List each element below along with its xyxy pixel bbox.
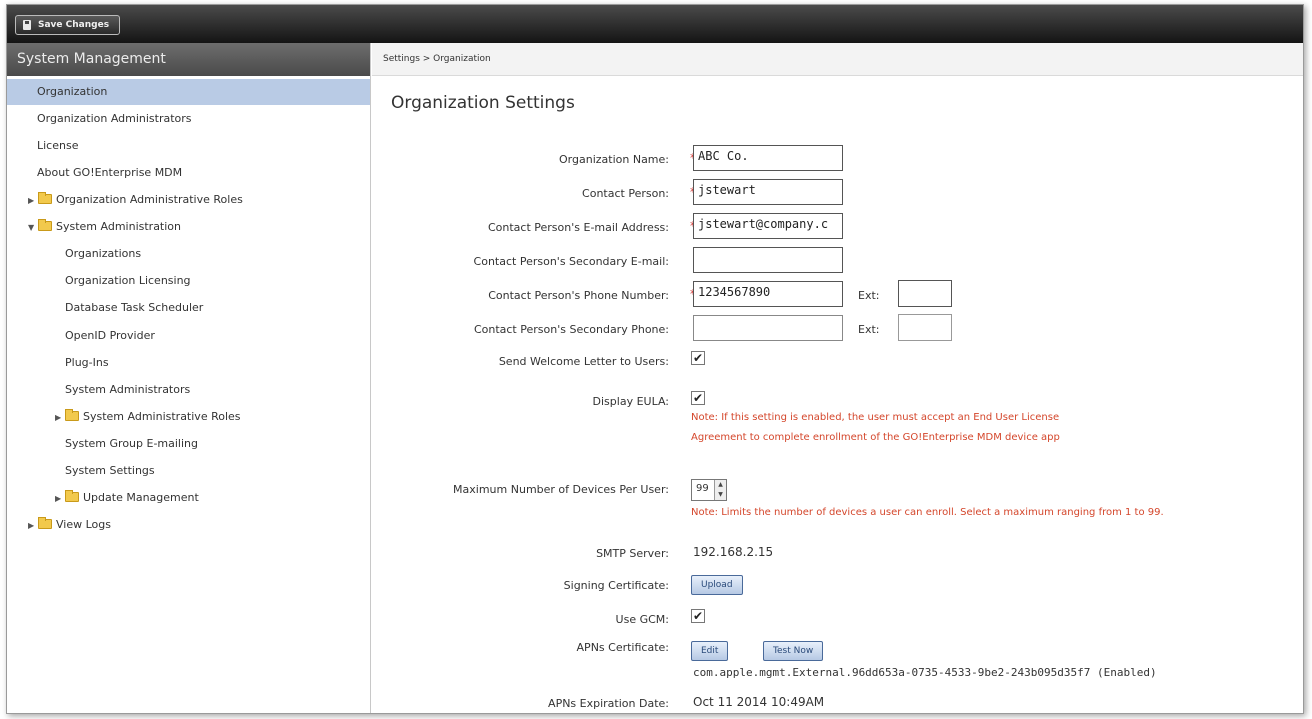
sidebar-item-label: Database Task Scheduler: [65, 301, 204, 314]
contact-person-input[interactable]: jstewart: [693, 179, 843, 205]
eula-label: Display EULA:: [592, 395, 669, 408]
apns-cert-value: com.apple.mgmt.External.96dd653a-0735-45…: [693, 666, 1157, 679]
signing-cert-label: Signing Certificate:: [563, 579, 669, 592]
sidebar-item-view-logs[interactable]: ▶ View Logs: [28, 512, 111, 538]
sidebar-item-system-administration[interactable]: ▼ System Administration: [28, 214, 181, 240]
apns-cert-label: APNs Certificate:: [576, 641, 669, 654]
save-changes-label: Save Changes: [38, 20, 110, 30]
sidebar-item-label: System Administrative Roles: [83, 410, 241, 423]
email-input[interactable]: jstewart@company.c: [693, 213, 843, 239]
sidebar-item-database-task-scheduler[interactable]: Database Task Scheduler: [65, 295, 203, 321]
contact-person-label: Contact Person:: [582, 187, 669, 200]
folder-open-icon: [38, 219, 52, 231]
sidebar-item-system-administrative-roles[interactable]: ▶ System Administrative Roles: [55, 404, 241, 430]
upload-button[interactable]: Upload: [691, 575, 743, 595]
page-title: Organization Settings: [391, 93, 575, 113]
secondary-phone-input[interactable]: [693, 315, 843, 341]
sidebar-item-label: View Logs: [56, 518, 111, 531]
phone-ext-input[interactable]: [898, 280, 952, 307]
welcome-letter-label: Send Welcome Letter to Users:: [498, 355, 669, 368]
breadcrumb: Settings > Organization: [372, 43, 1303, 76]
sidebar-item-system-administrators[interactable]: System Administrators: [65, 377, 190, 403]
secondary-phone-ext-input[interactable]: [898, 314, 952, 341]
secondary-phone-label: Contact Person's Secondary Phone:: [473, 323, 669, 336]
sidebar-item-organization-administrators[interactable]: Organization Administrators: [37, 106, 192, 132]
test-now-button[interactable]: Test Now: [763, 641, 824, 661]
expand-arrow-icon[interactable]: ▶: [28, 188, 38, 214]
phone-ext-label: Ext:: [858, 289, 880, 302]
sidebar-item-label: System Administrators: [65, 383, 191, 396]
secondary-email-label: Contact Person's Secondary E-mail:: [473, 255, 669, 268]
gcm-checkbox[interactable]: ✔: [691, 609, 705, 623]
app-window: Save Changes System Management Organizat…: [6, 4, 1304, 714]
folder-icon: [65, 409, 79, 421]
sidebar-item-label: License: [37, 139, 79, 152]
sidebar-item-label: Organization Administrators: [37, 112, 192, 125]
sidebar-item-about[interactable]: About GO!Enterprise MDM: [37, 160, 182, 186]
sidebar-item-organizations[interactable]: Organizations: [65, 241, 141, 267]
org-name-label: Organization Name:: [559, 153, 669, 166]
sidebar-item-label: Organizations: [65, 247, 142, 260]
eula-note-line1: Note: If this setting is enabled, the us…: [691, 412, 1060, 423]
sidebar-item-label: System Settings: [65, 464, 155, 477]
phone-input[interactable]: 1234567890: [693, 281, 843, 307]
secondary-email-input[interactable]: [693, 247, 843, 273]
org-name-input[interactable]: ABC Co.: [693, 145, 843, 171]
sidebar-item-label: Organization: [37, 85, 108, 98]
expand-arrow-icon[interactable]: ▶: [28, 513, 38, 539]
folder-icon: [65, 490, 79, 502]
checkmark-icon: ✔: [692, 609, 704, 623]
secondary-phone-ext-label: Ext:: [858, 323, 880, 336]
sidebar-item-organization-licensing[interactable]: Organization Licensing: [65, 268, 191, 294]
sidebar-title: System Management: [7, 43, 370, 76]
sidebar-item-organization[interactable]: Organization: [7, 79, 370, 105]
edit-button[interactable]: Edit: [691, 641, 729, 661]
max-devices-value: 99: [696, 483, 709, 494]
sidebar-item-plug-ins[interactable]: Plug-Ins: [65, 350, 109, 376]
save-icon: [23, 20, 31, 30]
collapse-arrow-icon[interactable]: ▼: [28, 215, 38, 241]
sidebar-item-license[interactable]: License: [37, 133, 78, 159]
sidebar-item-label: Plug-Ins: [65, 356, 109, 369]
sidebar-item-openid-provider[interactable]: OpenID Provider: [65, 323, 155, 349]
smtp-value: 192.168.2.15: [693, 545, 774, 559]
sidebar-item-label: System Group E-mailing: [65, 437, 198, 450]
smtp-label: SMTP Server:: [596, 547, 669, 560]
eula-note-line2: Agreement to complete enrollment of the …: [691, 432, 1060, 443]
sidebar-item-label: About GO!Enterprise MDM: [37, 166, 183, 179]
save-changes-button[interactable]: Save Changes: [15, 15, 121, 35]
folder-icon: [38, 192, 52, 204]
apns-expiration-label: APNs Expiration Date:: [548, 697, 669, 710]
sidebar-item-label: OpenID Provider: [65, 329, 155, 342]
sidebar-item-organization-administrative-roles[interactable]: ▶ Organization Administrative Roles: [28, 187, 243, 213]
apns-expiration-value: Oct 11 2014 10:49AM: [693, 695, 825, 709]
max-devices-spinner[interactable]: 99 ▲ ▼: [691, 479, 727, 501]
sidebar-item-label: Organization Licensing: [65, 274, 191, 287]
email-label: Contact Person's E-mail Address:: [487, 221, 669, 234]
checkmark-icon: ✔: [692, 391, 704, 405]
sidebar: System Management Organization Organizat…: [7, 43, 371, 713]
eula-checkbox[interactable]: ✔: [691, 391, 705, 405]
welcome-letter-checkbox[interactable]: ✔: [691, 351, 705, 365]
max-devices-label: Maximum Number of Devices Per User:: [453, 483, 669, 496]
sidebar-item-system-settings[interactable]: System Settings: [65, 458, 155, 484]
sidebar-item-label: Update Management: [83, 491, 199, 504]
sidebar-item-label: Organization Administrative Roles: [56, 193, 243, 206]
sidebar-item-label: System Administration: [56, 220, 182, 233]
folder-icon: [38, 517, 52, 529]
sidebar-item-update-management[interactable]: ▶ Update Management: [55, 485, 199, 511]
expand-arrow-icon[interactable]: ▶: [55, 486, 65, 512]
max-devices-note: Note: Limits the number of devices a use…: [691, 507, 1164, 518]
checkmark-icon: ✔: [692, 351, 704, 365]
spinner-arrows-icon[interactable]: ▲ ▼: [714, 480, 726, 500]
expand-arrow-icon[interactable]: ▶: [55, 405, 65, 431]
sidebar-item-system-group-emailing[interactable]: System Group E-mailing: [65, 431, 198, 457]
phone-label: Contact Person's Phone Number:: [488, 289, 669, 302]
gcm-label: Use GCM:: [615, 613, 669, 626]
top-toolbar: Save Changes: [7, 5, 1303, 43]
